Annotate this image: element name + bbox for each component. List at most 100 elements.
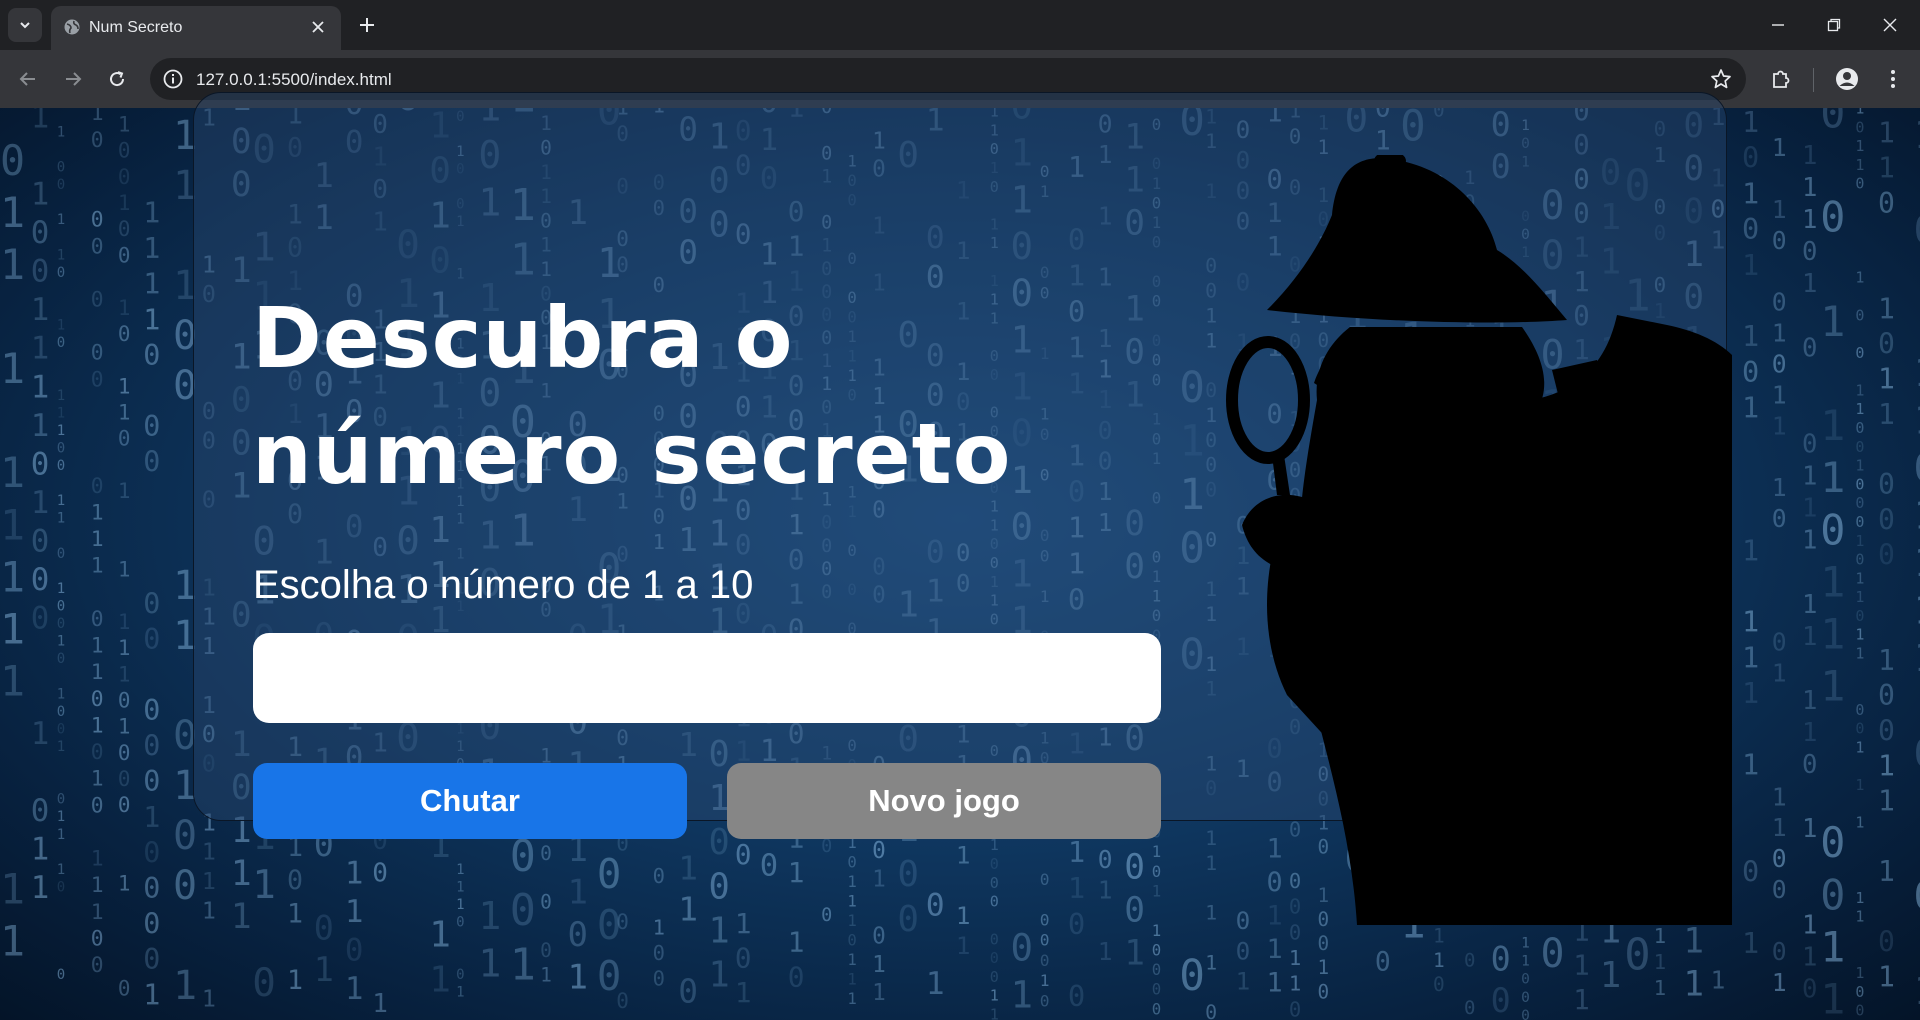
guess-button[interactable]: Chutar	[253, 763, 687, 839]
svg-text:1: 1	[1289, 972, 1301, 996]
svg-text:0: 0	[252, 961, 276, 1006]
menu-button[interactable]	[1878, 64, 1908, 94]
svg-text:1: 1	[1742, 108, 1759, 139]
guess-input[interactable]	[253, 633, 1161, 723]
svg-text:1: 1	[57, 581, 65, 597]
svg-text:1: 1	[478, 942, 501, 986]
svg-text:0: 0	[1772, 350, 1787, 379]
svg-text:1: 1	[1152, 881, 1161, 900]
svg-text:0: 0	[709, 866, 730, 907]
reload-button[interactable]	[102, 64, 132, 94]
close-tab-button[interactable]	[305, 14, 331, 40]
svg-text:1: 1	[1772, 380, 1787, 409]
svg-text:1: 1	[231, 897, 252, 937]
svg-text:1: 1	[1802, 269, 1817, 299]
back-button[interactable]	[13, 64, 43, 94]
svg-text:1: 1	[1236, 967, 1251, 996]
bookmark-star-icon[interactable]	[1710, 68, 1732, 90]
svg-text:1: 1	[1855, 457, 1864, 475]
svg-text:0: 0	[57, 879, 65, 895]
svg-text:1: 1	[1820, 297, 1845, 346]
svg-text:0: 0	[1491, 939, 1511, 978]
svg-text:1: 1	[1802, 814, 1817, 844]
svg-text:1: 1	[1772, 659, 1787, 688]
svg-text:0: 0	[314, 909, 334, 948]
svg-text:1: 1	[1772, 411, 1787, 440]
svg-text:1: 1	[735, 976, 752, 1009]
svg-text:1: 1	[653, 915, 665, 939]
svg-text:1: 1	[91, 554, 104, 579]
minimize-button[interactable]	[1758, 10, 1798, 40]
svg-text:1: 1	[1855, 137, 1864, 155]
url-text[interactable]: 127.0.0.1:5500/index.html	[196, 70, 392, 90]
svg-text:0: 0	[91, 234, 104, 259]
svg-text:1: 1	[0, 552, 25, 601]
svg-text:1: 1	[91, 767, 104, 792]
svg-text:1: 1	[847, 971, 856, 989]
svg-text:1: 1	[1433, 949, 1445, 972]
svg-text:0: 0	[372, 859, 388, 889]
svg-text:0: 0	[1124, 848, 1145, 888]
svg-text:1: 1	[1742, 926, 1759, 960]
svg-text:1: 1	[1802, 205, 1817, 235]
close-window-button[interactable]	[1870, 10, 1910, 40]
svg-text:1: 1	[118, 374, 131, 398]
puzzle-icon	[1773, 70, 1790, 88]
svg-text:1: 1	[252, 863, 276, 908]
svg-text:0: 0	[118, 767, 131, 791]
svg-text:0: 0	[653, 864, 665, 888]
svg-text:1: 1	[1855, 400, 1864, 418]
svg-text:1: 1	[1878, 292, 1895, 325]
svg-text:1: 1	[1878, 855, 1895, 888]
svg-text:0: 0	[540, 891, 552, 914]
svg-text:0: 0	[91, 474, 104, 499]
svg-text:0: 0	[1914, 874, 1920, 918]
svg-text:0: 0	[1236, 936, 1251, 965]
svg-text:0: 0	[91, 740, 104, 765]
svg-text:1: 1	[788, 856, 805, 889]
svg-text:0: 0	[872, 838, 886, 864]
svg-text:1: 1	[1914, 541, 1920, 585]
svg-text:1: 1	[202, 984, 216, 1012]
svg-text:1: 1	[1855, 626, 1864, 644]
svg-text:1: 1	[872, 952, 886, 978]
svg-text:0: 0	[1878, 328, 1895, 361]
page-title: Descubra o número secreto	[252, 289, 1012, 503]
svg-text:1: 1	[0, 917, 25, 966]
svg-text:0: 0	[1521, 972, 1530, 988]
svg-text:1: 1	[31, 177, 50, 213]
svg-text:1: 1	[91, 847, 104, 872]
svg-text:1: 1	[1878, 961, 1895, 994]
svg-text:1: 1	[478, 894, 501, 938]
active-tab[interactable]: Num Secreto	[51, 6, 341, 50]
svg-text:0: 0	[143, 410, 160, 443]
svg-text:1: 1	[1011, 972, 1034, 1016]
svg-text:1: 1	[91, 108, 104, 126]
svg-text:1: 1	[1772, 813, 1787, 842]
new-tab-button[interactable]	[352, 10, 382, 40]
svg-text:1: 1	[314, 950, 334, 989]
close-icon	[312, 21, 324, 33]
svg-text:1: 1	[118, 191, 131, 215]
info-icon[interactable]	[162, 68, 184, 90]
svg-text:1: 1	[91, 873, 104, 898]
new-game-button[interactable]: Novo jogo	[727, 763, 1161, 839]
extensions-button[interactable]	[1766, 64, 1796, 94]
profile-button[interactable]	[1832, 64, 1862, 94]
svg-text:1: 1	[118, 662, 131, 686]
svg-text:0: 0	[118, 427, 131, 451]
svg-text:0: 0	[57, 160, 65, 176]
svg-text:1: 1	[847, 873, 856, 891]
restore-button[interactable]	[1814, 10, 1854, 40]
svg-text:0: 0	[1040, 951, 1050, 970]
svg-text:1: 1	[1600, 955, 1622, 996]
svg-text:1: 1	[1772, 195, 1787, 224]
forward-button[interactable]	[58, 64, 88, 94]
svg-text:1: 1	[1802, 622, 1817, 652]
svg-text:1: 1	[91, 501, 104, 526]
svg-text:0: 0	[1855, 175, 1864, 193]
tab-search-button[interactable]	[8, 8, 42, 42]
svg-text:0: 0	[143, 836, 160, 869]
svg-text:1: 1	[1772, 782, 1787, 811]
svg-text:0: 0	[1152, 999, 1161, 1018]
